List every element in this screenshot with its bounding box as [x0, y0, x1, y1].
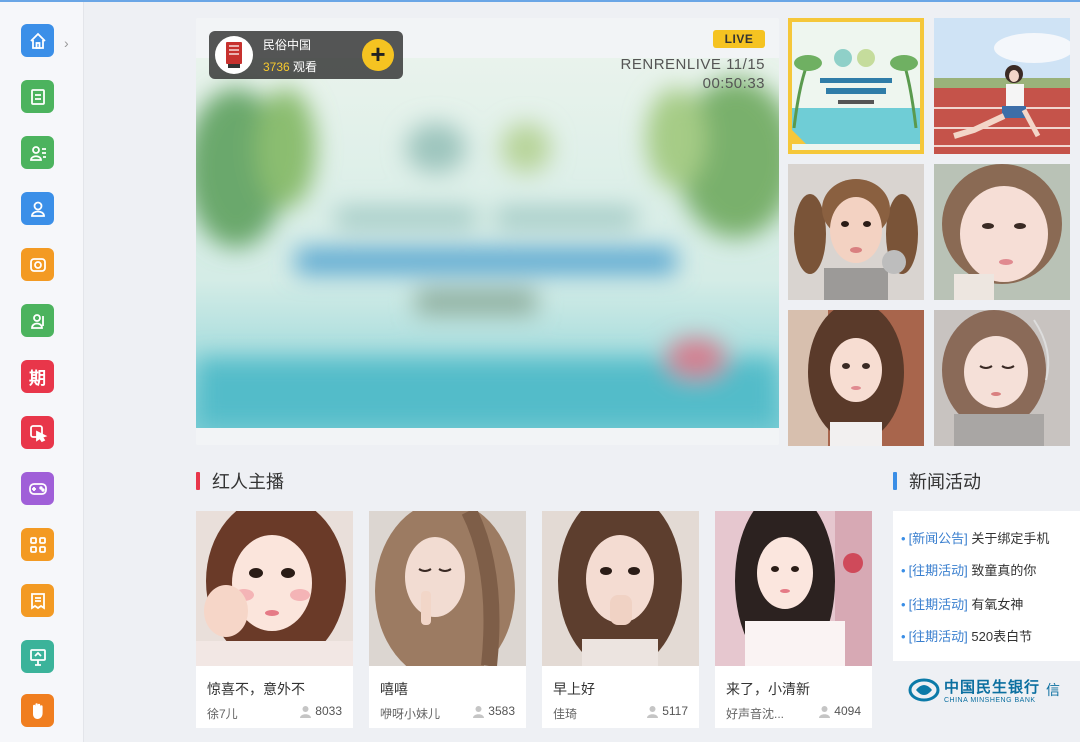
streamer-card[interactable]: 嘻嘻 咿呀小妹儿 3583: [369, 511, 526, 728]
streamer-card-title[interactable]: 来了，小清新: [726, 679, 810, 699]
news-heading: 新闻活动: [893, 468, 981, 494]
streamer-thumbnail[interactable]: [715, 511, 872, 666]
viewer-count: 3736 观看: [263, 59, 318, 74]
streamer-name[interactable]: 佳琦: [553, 705, 577, 722]
streamer-thumbnail[interactable]: [369, 511, 526, 666]
bank-name-cn: 中国民生银行: [944, 679, 1041, 696]
thumb-girl-closeup[interactable]: [934, 164, 1070, 300]
streamer-thumbnail[interactable]: [196, 511, 353, 666]
list-icon[interactable]: [21, 80, 54, 113]
viewer-count: 3583: [472, 704, 515, 718]
thumb-event-banner[interactable]: [788, 18, 924, 154]
streamer-card[interactable]: 来了，小清新 好声音沈... 4094: [715, 511, 872, 728]
viewer-count: 8033: [299, 704, 342, 718]
chevron-right-icon[interactable]: ›: [64, 35, 69, 51]
streamer-name[interactable]: 徐7儿: [207, 705, 238, 722]
streamer-name[interactable]: 咿呀小妹儿: [380, 705, 440, 722]
anchor-name[interactable]: 民俗中国: [263, 36, 317, 53]
thumb-girl-pigtails[interactable]: [788, 164, 924, 300]
hand-icon[interactable]: [21, 694, 54, 727]
viewer-count: 4094: [818, 704, 861, 718]
hot-streamers-title: 红人主播: [212, 472, 284, 492]
streamer-card[interactable]: 早上好 佳琦 5117: [542, 511, 699, 728]
bank-name-en: CHINA MINSHENG BANK: [944, 697, 1036, 704]
touch-icon[interactable]: [21, 416, 54, 449]
user-icon[interactable]: [21, 192, 54, 225]
person-icon: [819, 705, 831, 718]
document-icon[interactable]: [21, 584, 54, 617]
news-item[interactable]: • [新闻公告] 关于绑定手机: [901, 528, 1049, 547]
sidebar: › 期: [0, 2, 84, 742]
thumb-girl-running-track[interactable]: [934, 18, 1070, 154]
streamer-card[interactable]: 惊喜不，意外不 徐7儿 8033: [196, 511, 353, 728]
camera-icon[interactable]: [21, 248, 54, 281]
live-badge: LIVE: [713, 30, 765, 48]
viewer-count: 5117: [646, 704, 688, 718]
contacts-icon[interactable]: [21, 304, 54, 337]
hot-streamers-heading: 红人主播: [196, 468, 284, 494]
viewer-count-value: 3583: [488, 704, 515, 718]
person-icon: [647, 705, 659, 718]
section-marker: [893, 472, 897, 490]
streamer-name[interactable]: 好声音沈...: [726, 705, 784, 722]
section-marker: [196, 472, 200, 490]
follow-button[interactable]: +: [362, 39, 394, 71]
apps-icon[interactable]: [21, 528, 54, 561]
thumb-girl-eyes-closed[interactable]: [934, 310, 1070, 446]
live-video-player[interactable]: 民俗中国 3736 观看 + LIVE RENRENLIVE 11/15 00:…: [196, 18, 779, 445]
person-icon: [300, 705, 312, 718]
blurred-video-frame: [196, 58, 779, 428]
stream-time: 00:50:33: [702, 75, 765, 92]
stream-timestamp: RENRENLIVE 11/15 00:50:33: [621, 55, 765, 93]
news-title: 新闻活动: [909, 472, 981, 492]
streamer-card-title[interactable]: 嘻嘻: [380, 679, 408, 699]
person-icon: [473, 705, 485, 718]
news-item[interactable]: • [往期活动] 有氧女神: [901, 594, 1023, 613]
streamer-card-title[interactable]: 惊喜不，意外不: [207, 679, 305, 699]
period-icon[interactable]: 期: [21, 360, 54, 393]
bank-suffix: 信: [1046, 682, 1061, 698]
anchor-info-card[interactable]: 民俗中国 3736 观看 +: [209, 31, 403, 79]
presentation-icon[interactable]: [21, 640, 54, 673]
top-accent-line: [0, 0, 1080, 2]
stream-id-date: RENRENLIVE 11/15: [620, 56, 765, 73]
streamer-card-title[interactable]: 早上好: [553, 679, 595, 699]
anchor-avatar[interactable]: [215, 36, 253, 74]
gamepad-icon[interactable]: [21, 472, 54, 505]
news-list: • [新闻公告] 关于绑定手机 • [往期活动] 致童真的你 • [往期活动] 有氧女…: [893, 511, 1080, 661]
thumb-girl-long-hair[interactable]: [788, 310, 924, 446]
viewer-count-value: 5117: [662, 704, 688, 718]
home-icon[interactable]: [21, 24, 54, 57]
minsheng-logo-icon: [908, 678, 940, 702]
viewer-count-value: 4094: [834, 704, 861, 718]
sponsor-banner[interactable]: 中国民生银行 CHINA MINSHENG BANK 信: [908, 675, 1080, 705]
news-item[interactable]: • [往期活动] 致童真的你: [901, 560, 1036, 579]
streamer-thumbnail[interactable]: [542, 511, 699, 666]
news-item[interactable]: • [往期活动] 520表白节: [901, 626, 1032, 645]
viewer-count-value: 8033: [315, 704, 342, 718]
profile-icon[interactable]: [21, 136, 54, 169]
